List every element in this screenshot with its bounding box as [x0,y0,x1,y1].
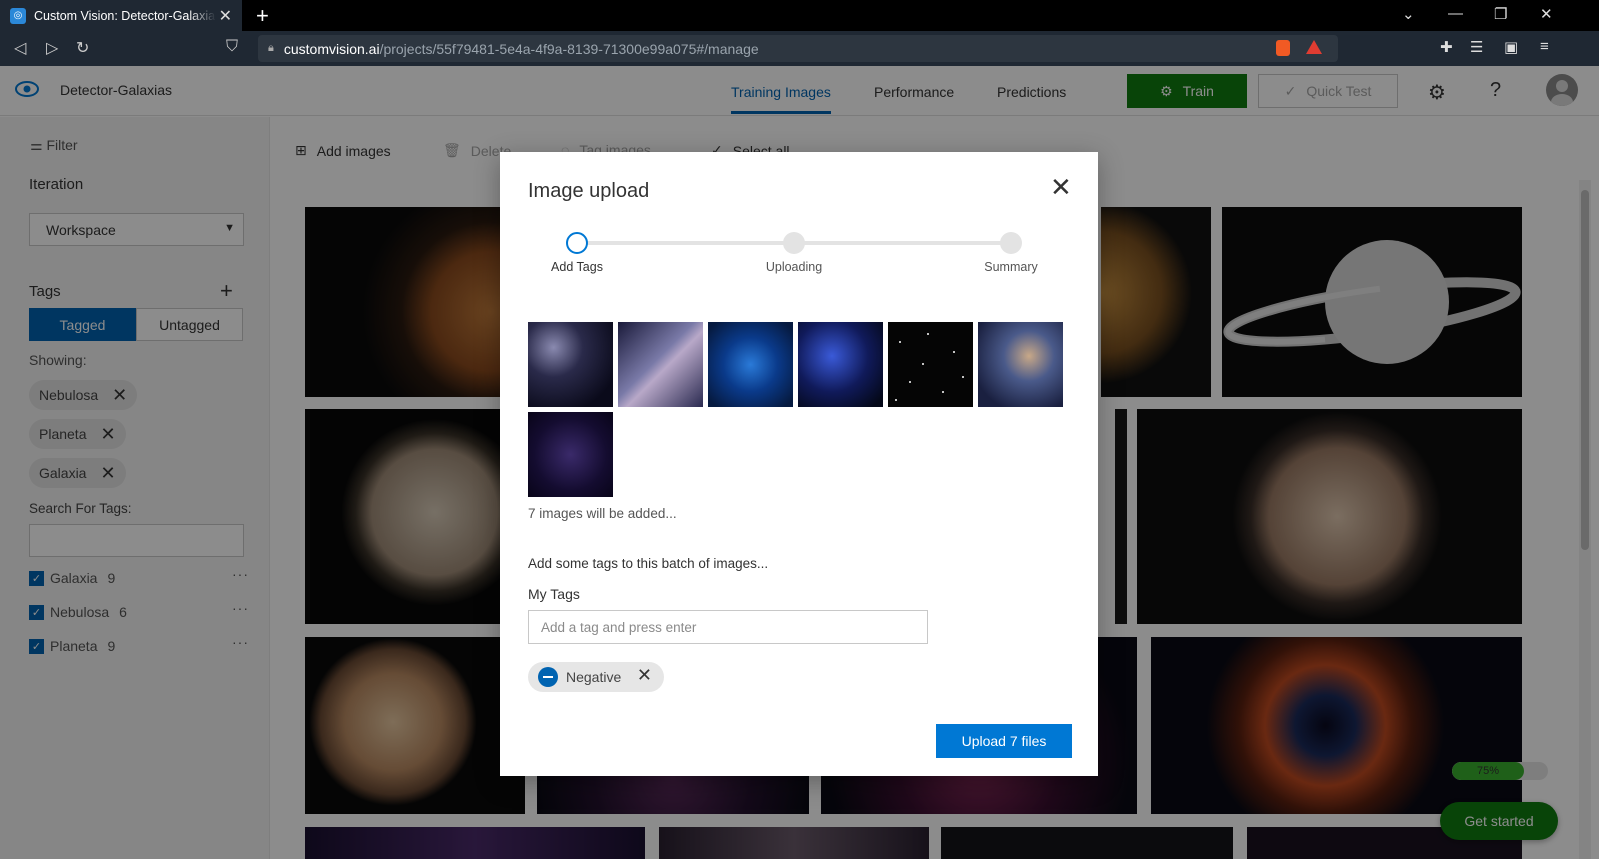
upload-thumbnail[interactable] [528,412,613,497]
minus-circle-icon [538,667,558,687]
playlist-icon[interactable]: ☰ [1470,38,1483,56]
step-dot-uploading [783,232,805,254]
close-tab-icon[interactable]: ✕ [219,6,232,26]
url-host: customvision.ai [283,40,380,57]
back-icon[interactable]: ◁ [14,38,26,58]
browser-toolbar: ◁ ▷ ↻ ⛉ 🔒︎ customvision.ai /projects/55f… [0,31,1599,66]
extensions-icon[interactable]: ✚ [1440,38,1453,56]
image-upload-dialog: Image upload ✕ Add Tags Uploading Summar… [500,152,1098,776]
wallet-icon[interactable]: ▣ [1504,38,1518,56]
step-dot-add-tags [566,232,588,254]
close-window-icon[interactable]: ✕ [1540,5,1553,23]
forward-icon[interactable]: ▷ [46,38,58,58]
url-path: /projects/55f79481-5e4a-4f9a-8139-71300e… [379,40,759,57]
upload-thumbnail[interactable] [798,322,883,407]
step-label-add-tags: Add Tags [551,260,603,274]
custom-vision-favicon-icon: ◎ [10,7,26,24]
step-label-uploading: Uploading [765,260,823,274]
tab-list-chevron-icon[interactable]: ⌄ [1402,5,1415,23]
brave-shield-icon[interactable] [1276,40,1290,56]
negative-tag-pill: Negative ✕ [528,662,664,692]
browser-tab-title: Custom Vision: Detector-Galaxias [34,8,216,23]
brave-rewards-icon[interactable] [1306,40,1322,54]
batch-tags-heading: Add some tags to this batch of images... [528,556,769,571]
upload-thumbnail[interactable] [528,322,613,407]
upload-thumbnail[interactable] [978,322,1063,407]
browser-tab-bar: ◎ Custom Vision: Detector-Galaxias ✕ + ⌄… [0,0,1599,31]
negative-tag-label: Negative [566,669,622,685]
new-tab-icon[interactable]: + [256,3,269,29]
add-tag-input[interactable] [528,610,928,644]
step-label-summary: Summary [984,260,1038,274]
lock-icon: 🔒︎ [268,42,274,54]
close-icon[interactable]: ✕ [1050,174,1072,200]
upload-thumbnail[interactable] [708,322,793,407]
minimize-icon[interactable]: — [1448,5,1463,22]
dialog-title: Image upload [528,180,650,202]
menu-icon[interactable]: ≡ [1540,38,1549,55]
upload-thumbnail[interactable] [618,322,703,407]
bookmark-icon[interactable]: ⛉ [226,38,238,56]
images-count-text: 7 images will be added... [528,506,677,521]
address-bar[interactable]: 🔒︎ customvision.ai /projects/55f79481-5e… [258,35,1338,62]
my-tags-label: My Tags [528,586,580,602]
remove-tag-icon[interactable]: ✕ [637,665,652,686]
upload-thumbnail[interactable] [888,322,973,407]
browser-tab[interactable]: ◎ Custom Vision: Detector-Galaxias ✕ [0,0,242,31]
reload-icon[interactable]: ↻ [76,38,89,58]
step-dot-summary [1000,232,1022,254]
restore-icon[interactable]: ❐ [1494,5,1507,23]
upload-files-button[interactable]: Upload 7 files [936,724,1072,758]
